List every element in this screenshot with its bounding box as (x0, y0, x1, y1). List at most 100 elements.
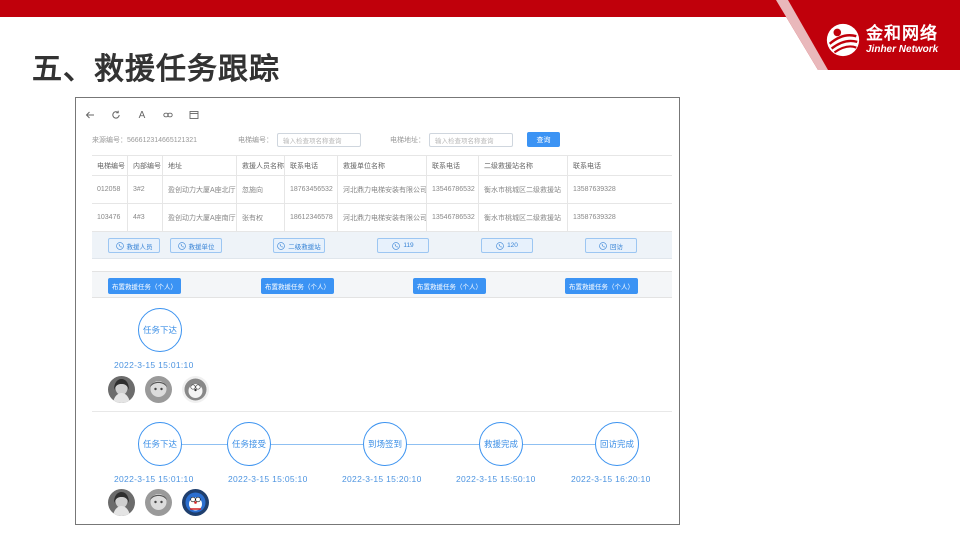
col-header: 救援单位名称 (337, 156, 426, 175)
step-timestamp: 2022-3-15 16:20:10 (571, 474, 651, 484)
avatar[interactable] (145, 489, 172, 516)
elevator-number-filter: 电梯编号： 输入检查项名称查询 (238, 132, 361, 148)
col-header: 联系电话 (567, 156, 672, 175)
cell-station: 衡水市桃城区二级救援站 (478, 176, 567, 203)
assign-task-button[interactable]: 布置救援任务（个人） (261, 278, 334, 294)
cell-rescuer: 忽施向 (236, 176, 284, 203)
company-logo: 金和网络 Jinher Network (824, 20, 954, 60)
revisit-call-button[interactable]: 回访 (585, 238, 637, 253)
revisit-call-label: 回访 (610, 243, 623, 251)
back-arrow-icon[interactable] (84, 109, 96, 121)
call-rescue-unit-button[interactable]: 救援单位 (170, 238, 222, 253)
col-header: 地址 (162, 156, 236, 175)
call-119-button[interactable]: 119 (377, 238, 429, 253)
col-header: 救援人员名称 (236, 156, 284, 175)
track-divider (92, 411, 672, 412)
elevator-address-label: 电梯地址： (390, 137, 425, 144)
rescue-table: 电梯编号 内部编号 地址 救援人员名称 联系电话 救援单位名称 联系电话 二级救… (92, 155, 672, 232)
phone-icon (115, 241, 124, 250)
cell-phone: 13546786532 (426, 176, 478, 203)
cell-phone: 13587639328 (567, 176, 672, 203)
text-a-icon[interactable]: A (136, 109, 148, 121)
elevator-number-input[interactable]: 输入检查项名称查询 (277, 133, 361, 147)
col-header: 电梯编号 (97, 162, 125, 170)
step-onsite-checkin[interactable]: 到场签到 (363, 422, 407, 466)
filter-row: 来源编号： 566612314665121321 电梯编号： 输入检查项名称查询… (92, 132, 672, 148)
call-action-row: 救援人员 救援单位 二级救援站 119 120 回访 (92, 232, 672, 259)
phone-icon (177, 241, 186, 250)
assign-task-button[interactable]: 布置救援任务（个人） (413, 278, 486, 294)
col-header: 联系电话 (284, 156, 337, 175)
call-rescue-unit-label: 救援单位 (188, 243, 215, 251)
step-rescue-complete[interactable]: 救援完成 (479, 422, 523, 466)
assign-task-row: 布置救援任务（个人） 布置救援任务（个人） 布置救援任务（个人） 布置救援任务（… (92, 271, 672, 298)
step-task-issued[interactable]: 任务下达 (138, 422, 182, 466)
table-row[interactable]: 012058 3#2 盈创动力大厦A座北厅 忽施向 18763456532 河北… (92, 176, 672, 204)
cell-internal-no: 4#3 (127, 204, 162, 231)
progress-connector (407, 444, 479, 445)
avatar[interactable] (182, 489, 209, 516)
elevator-address-filter: 电梯地址： 输入检查项名称查询 (390, 132, 513, 148)
cell-elevator-no: 103476 (97, 214, 121, 221)
logo-cn-text: 金和网络 (866, 24, 938, 43)
phone-icon (277, 241, 286, 250)
refresh-icon[interactable] (110, 109, 122, 121)
call-120-button[interactable]: 120 (481, 238, 533, 253)
browser-toolbar: A (84, 108, 200, 122)
assign-task-button[interactable]: 布置救援任务（个人） (108, 278, 181, 294)
source-number-value: 566612314665121321 (127, 136, 198, 144)
col-header: 联系电话 (426, 156, 478, 175)
source-number: 来源编号： 566612314665121321 (92, 132, 197, 148)
phone-icon (392, 241, 401, 250)
cell-address: 盈创动力大厦A座北厅 (162, 176, 236, 203)
cell-rescue-unit: 河北鼎力电梯安装有限公司 (337, 176, 426, 203)
source-number-label: 来源编号： (92, 137, 127, 144)
elevator-address-input[interactable]: 输入检查项名称查询 (429, 133, 513, 147)
col-header: 二级救援站名称 (478, 156, 567, 175)
globe-logo-icon (826, 23, 860, 57)
progress-connector (523, 444, 595, 445)
call-119-label: 119 (403, 242, 414, 249)
cell-internal-no: 3#2 (127, 176, 162, 203)
phone-icon (496, 241, 504, 250)
assign-task-button[interactable]: 布置救援任务（个人） (565, 278, 638, 294)
cell-rescue-unit: 河北鼎力电梯安装有限公司 (337, 204, 426, 231)
avatar[interactable] (182, 376, 209, 403)
cell-station: 衡水市桃城区二级救援站 (478, 204, 567, 231)
call-rescuer-button[interactable]: 救援人员 (108, 238, 160, 253)
step-task-issued[interactable]: 任务下达 (138, 308, 182, 352)
cell-phone: 13546786532 (426, 204, 478, 231)
app-screenshot-frame: A 来源编号： 566612314665121321 电梯编号： 输入检查项名称… (75, 97, 680, 525)
cell-address: 盈创动力大厦A座南厅 (162, 204, 236, 231)
cell-phone: 13587639328 (567, 204, 672, 231)
window-icon[interactable] (188, 109, 200, 121)
call-rescuer-label: 救援人员 (126, 243, 153, 251)
cell-phone: 18612346578 (284, 204, 337, 231)
avatar[interactable] (108, 489, 135, 516)
step-timestamp: 2022-3-15 15:01:10 (114, 474, 194, 484)
call-secondary-station-label: 二级救援站 (288, 243, 321, 251)
logo-en-text: Jinher Network (866, 44, 939, 55)
cell-elevator-no: 012058 (97, 186, 121, 193)
progress-connector (271, 444, 363, 445)
avatar[interactable] (108, 376, 135, 403)
cell-phone: 18763456532 (284, 176, 337, 203)
step-task-accepted[interactable]: 任务接受 (227, 422, 271, 466)
avatar[interactable] (145, 376, 172, 403)
cell-rescuer: 张有权 (236, 204, 284, 231)
step-timestamp: 2022-3-15 15:01:10 (114, 360, 194, 370)
step-timestamp: 2022-3-15 15:20:10 (342, 474, 422, 484)
col-header: 内部编号 (127, 156, 162, 175)
link-icon[interactable] (162, 109, 174, 121)
query-button[interactable]: 查询 (527, 132, 560, 147)
call-secondary-station-button[interactable]: 二级救援站 (273, 238, 325, 253)
progress-connector (182, 444, 227, 445)
phone-icon (599, 241, 607, 250)
slide-title: 五、救援任务跟踪 (32, 53, 280, 86)
table-row[interactable]: 103476 4#3 盈创动力大厦A座南厅 张有权 18612346578 河北… (92, 204, 672, 232)
slide: 金和网络 Jinher Network 五、救援任务跟踪 A 来源编号： 566… (0, 0, 960, 540)
table-header-row: 电梯编号 内部编号 地址 救援人员名称 联系电话 救援单位名称 联系电话 二级救… (92, 156, 672, 176)
step-timestamp: 2022-3-15 15:50:10 (456, 474, 536, 484)
step-revisit-complete[interactable]: 回访完成 (595, 422, 639, 466)
step-timestamp: 2022-3-15 15:05:10 (228, 474, 308, 484)
